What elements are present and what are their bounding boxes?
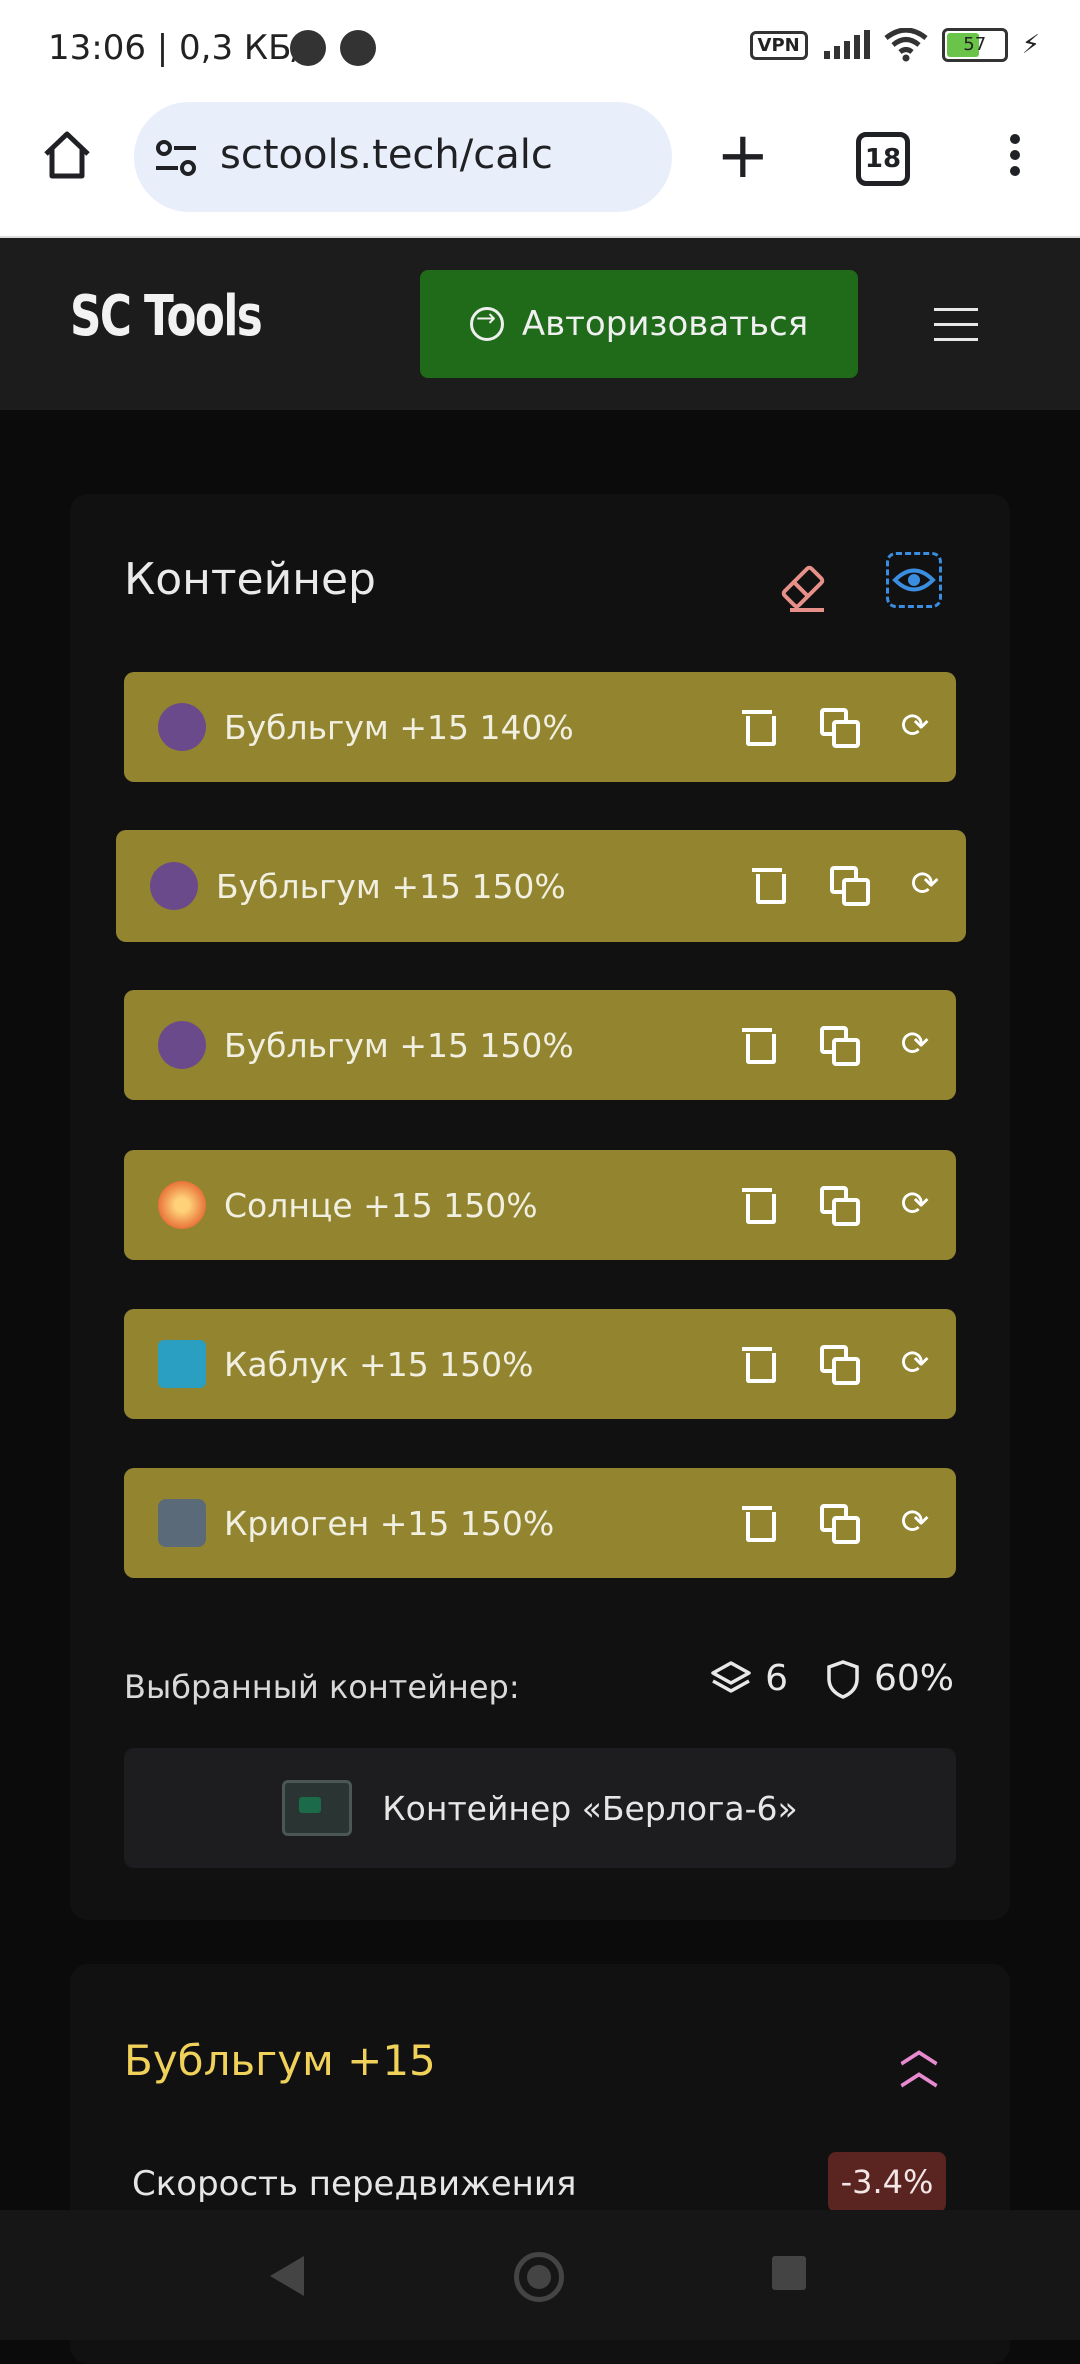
bubblegum-artifact-icon	[150, 862, 198, 910]
replace-icon[interactable]: ⟳	[896, 1024, 934, 1064]
eye-icon[interactable]	[886, 552, 942, 608]
artifact-name: Каблук +15 150%	[224, 1344, 534, 1384]
bubblegum-artifact-icon	[158, 703, 206, 751]
status-indicators: VPN 57 ⚡	[749, 28, 1040, 62]
delete-icon[interactable]	[750, 864, 788, 904]
artifact-name: Криоген +15 150%	[224, 1503, 555, 1543]
copy-icon[interactable]	[818, 1502, 860, 1544]
stat-value-badge: -3.4%	[828, 2152, 946, 2212]
battery-level: 57	[963, 34, 987, 55]
copy-icon[interactable]	[818, 1184, 860, 1226]
heel-artifact-icon	[158, 1340, 206, 1388]
chevron-up-double-icon[interactable]: ︿ ︿	[900, 2030, 938, 2090]
selected-container-button[interactable]: Контейнер «Берлога-6»	[124, 1748, 956, 1868]
login-button-label: Авторизоваться	[521, 304, 809, 344]
site-logo[interactable]: SC Tools	[70, 284, 263, 349]
copy-icon[interactable]	[818, 706, 860, 748]
battery-icon: 57	[941, 28, 1008, 62]
container-stats: 6 60%	[711, 1658, 954, 1699]
stat-label: Скорость передвижения	[132, 2164, 577, 2204]
home-icon[interactable]	[40, 128, 94, 182]
artifact-details-title: Бубльгум +15	[124, 2036, 436, 2085]
notification-icon	[290, 30, 326, 66]
app-header: SC Tools Авторизоваться	[0, 238, 1080, 410]
replace-icon[interactable]: ⟳	[896, 706, 934, 746]
system-nav-bar	[0, 2210, 1080, 2340]
browser-toolbar: sctools.tech/calc + 18	[0, 96, 1080, 238]
artifact-row[interactable]: Бубльгум +15 140% ⟳	[124, 672, 956, 782]
wifi-icon	[884, 28, 928, 62]
delete-icon[interactable]	[740, 706, 778, 746]
sun-artifact-icon	[158, 1181, 206, 1229]
vpn-badge: VPN	[749, 30, 808, 60]
replace-icon[interactable]: ⟳	[896, 1343, 934, 1383]
replace-icon[interactable]: ⟳	[896, 1184, 934, 1224]
charging-icon: ⚡	[1021, 30, 1040, 60]
address-bar[interactable]: sctools.tech/calc	[134, 102, 672, 212]
cryogen-artifact-icon	[158, 1499, 206, 1547]
container-card: Контейнер Бубльгум +15 140% ⟳ Бубльгум +…	[70, 494, 1010, 1920]
shield-icon	[827, 1659, 859, 1699]
status-time: 13:06 | 0,3 КБ/с	[48, 28, 322, 68]
artifact-name: Бубльгум +15 150%	[224, 1025, 574, 1065]
protection-value: 60%	[873, 1658, 954, 1699]
url-text[interactable]: sctools.tech/calc	[220, 132, 553, 178]
copy-icon[interactable]	[818, 1024, 860, 1066]
selected-container-name: Контейнер «Берлога-6»	[382, 1788, 798, 1828]
status-bar: 13:06 | 0,3 КБ/с VPN 57 ⚡	[0, 0, 1080, 96]
replace-icon[interactable]: ⟳	[906, 864, 944, 904]
selected-container-label: Выбранный контейнер:	[124, 1668, 520, 1706]
container-icon	[282, 1780, 353, 1836]
site-settings-icon[interactable]	[154, 138, 198, 178]
artifact-row[interactable]: Бубльгум +15 150% ⟳	[116, 830, 966, 942]
recents-icon[interactable]	[772, 2256, 806, 2290]
login-icon	[469, 304, 504, 341]
login-button[interactable]: Авторизоваться	[420, 270, 858, 378]
artifact-row[interactable]: Каблук +15 150% ⟳	[124, 1309, 956, 1419]
delete-icon[interactable]	[740, 1024, 778, 1064]
notification-icon-2	[340, 30, 376, 66]
copy-icon[interactable]	[828, 864, 870, 906]
eraser-icon[interactable]	[776, 560, 830, 614]
copy-icon[interactable]	[818, 1343, 860, 1385]
artifact-name: Солнце +15 150%	[224, 1185, 538, 1225]
replace-icon[interactable]: ⟳	[896, 1502, 934, 1542]
container-title: Контейнер	[124, 554, 376, 605]
browser-menu-icon[interactable]	[1010, 128, 1020, 182]
bubblegum-artifact-icon	[158, 1021, 206, 1069]
delete-icon[interactable]	[740, 1343, 778, 1383]
hamburger-menu-icon[interactable]	[934, 308, 978, 353]
back-icon[interactable]	[270, 2256, 304, 2296]
artifact-row[interactable]: Солнце +15 150% ⟳	[124, 1150, 956, 1260]
artifact-row[interactable]: Криоген +15 150% ⟳	[124, 1468, 956, 1578]
artifact-name: Бубльгум +15 140%	[224, 707, 574, 747]
signal-icon	[823, 30, 870, 59]
delete-icon[interactable]	[740, 1184, 778, 1224]
new-tab-icon[interactable]: +	[716, 124, 770, 188]
tab-switcher-button[interactable]: 18	[856, 132, 910, 186]
artifact-name: Бубльгум +15 150%	[216, 866, 566, 906]
layers-icon	[711, 1660, 751, 1693]
slot-count: 6	[765, 1658, 788, 1699]
home-nav-icon[interactable]	[514, 2252, 564, 2302]
delete-icon[interactable]	[740, 1502, 778, 1542]
artifact-row[interactable]: Бубльгум +15 150% ⟳	[124, 990, 956, 1100]
